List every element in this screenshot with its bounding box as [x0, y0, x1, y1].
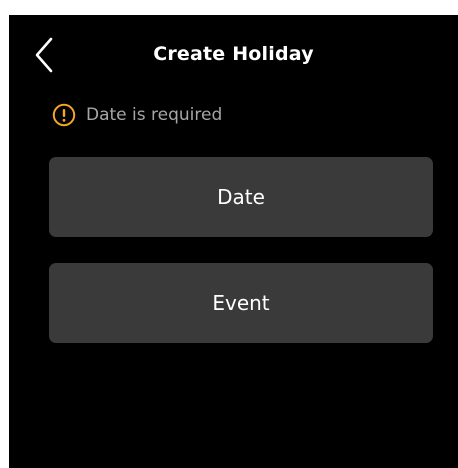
event-button[interactable]: Event: [49, 263, 433, 343]
validation-message: Date is required: [52, 101, 222, 129]
validation-text: Date is required: [86, 105, 223, 125]
date-button-label: Date: [217, 185, 265, 209]
page-title: Create Holiday: [153, 43, 314, 65]
warning-circle-icon: [52, 103, 76, 127]
date-button[interactable]: Date: [49, 157, 433, 237]
header: Create Holiday: [9, 15, 458, 91]
event-button-label: Event: [212, 291, 270, 315]
screen: Create Holiday Date is required Date Eve…: [9, 15, 458, 468]
